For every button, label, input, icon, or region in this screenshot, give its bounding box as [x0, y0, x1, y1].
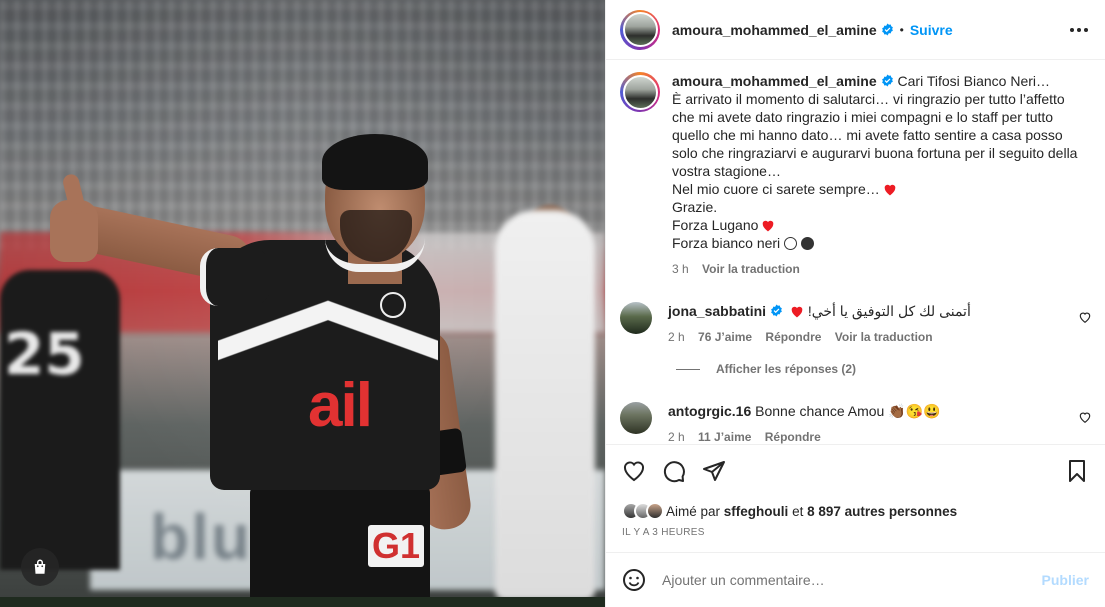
- verified-icon: [881, 23, 893, 36]
- caption-line: È arrivato il momento di salutarci… vi r…: [672, 91, 1078, 179]
- action-icons-group: [622, 459, 726, 483]
- background-player-right: [495, 210, 595, 600]
- caption-meta: 3 h Voir la traduction: [672, 262, 1090, 276]
- author-avatar-image: [622, 12, 658, 47]
- author-avatar[interactable]: [620, 9, 660, 50]
- red-heart-icon: [884, 184, 896, 196]
- replies-divider-line: [676, 368, 700, 370]
- black-circle-icon: [801, 237, 815, 250]
- caption-author-avatar[interactable]: [620, 72, 660, 112]
- view-replies-button[interactable]: Afficher les réponses (2): [676, 362, 856, 376]
- comment-heart-icon[interactable]: [1078, 310, 1092, 324]
- comment-time: 2 h: [668, 430, 685, 444]
- comment-text-column: antogrgic.16 Bonne chance Amou 👏🏾😘😃 2 h …: [668, 402, 1058, 444]
- instagram-post-modal: blu 25 G1 ail amoura_mohammed_el_amine •…: [0, 0, 1105, 607]
- red-heart-icon: [763, 220, 774, 232]
- player-hair: [322, 134, 428, 190]
- post-timestamp: IL Y A 3 HEURES: [622, 527, 705, 538]
- bookmark-icon[interactable]: [1065, 459, 1089, 483]
- caption-line-circles: Forza bianco neri: [672, 234, 1090, 252]
- red-heart-icon: [791, 306, 803, 318]
- commenter-avatar[interactable]: [620, 402, 652, 434]
- clapping-hands-emoji: 👏🏾: [888, 403, 906, 419]
- comment-text-column: jona_sabbatini أتمنى لك كل التوفيق يا أخ…: [668, 302, 1058, 344]
- likes-summary[interactable]: Aimé par sffeghouli et 8 897 autres pers…: [622, 502, 957, 520]
- caption-translate-link[interactable]: Voir la traduction: [702, 262, 800, 276]
- post-caption: amoura_mohammed_el_amine Cari Tifosi Bia…: [620, 72, 1090, 276]
- post-actions: Aimé par sffeghouli et 8 897 autres pers…: [606, 444, 1105, 552]
- view-replies-label: Afficher les réponses (2): [716, 362, 857, 376]
- comment-likes-count[interactable]: 76 J’aime: [698, 330, 752, 344]
- add-comment-bar: Publier: [606, 552, 1105, 607]
- post-side-panel: amoura_mohammed_el_amine • Suivre amoura…: [605, 0, 1105, 607]
- likes-connector: et: [792, 503, 804, 519]
- jersey-left-sleeve: [200, 248, 270, 306]
- caption-body: amoura_mohammed_el_amine Cari Tifosi Bia…: [672, 72, 1090, 252]
- commenter-avatar[interactable]: [620, 302, 652, 334]
- verified-icon: [771, 304, 782, 317]
- commenter-username[interactable]: antogrgic.16: [668, 403, 751, 419]
- likes-prefix: Aimé par: [666, 503, 721, 519]
- comments-scroll-area[interactable]: amoura_mohammed_el_amine Cari Tifosi Bia…: [606, 60, 1105, 444]
- caption-line: Forza Lugano: [672, 217, 759, 233]
- comment-input[interactable]: [662, 572, 1042, 588]
- comment-body: jona_sabbatini أتمنى لك كل التوفيق يا أخ…: [668, 302, 1058, 320]
- white-circle-icon: [784, 237, 798, 250]
- post-photo[interactable]: blu 25 G1 ail: [0, 0, 605, 607]
- comment-icon[interactable]: [662, 459, 686, 483]
- comment-body: antogrgic.16 Bonne chance Amou 👏🏾😘😃: [668, 402, 1058, 420]
- comment-meta: 2 h 76 J’aime Répondre Voir la traductio…: [668, 330, 1058, 344]
- comment-reply-link[interactable]: Répondre: [765, 430, 821, 444]
- verified-icon: [881, 74, 893, 87]
- publish-button[interactable]: Publier: [1042, 572, 1089, 588]
- caption-time: 3 h: [672, 262, 689, 276]
- player-shorts-number: G1: [368, 525, 425, 567]
- comment-reply-link[interactable]: Répondre: [765, 330, 821, 344]
- comment-item: antogrgic.16 Bonne chance Amou 👏🏾😘😃 2 h …: [620, 402, 1100, 444]
- caption-line: Cari Tifosi Bianco Neri…: [897, 73, 1051, 89]
- main-player-figure: G1 ail: [50, 130, 500, 607]
- shopping-bag-button[interactable]: [21, 548, 59, 586]
- post-header: amoura_mohammed_el_amine • Suivre: [606, 0, 1105, 60]
- share-icon[interactable]: [702, 459, 726, 483]
- jersey-sponsor: ail: [308, 371, 373, 440]
- caption-line-heart: Nel mio cuore ci sarete sempre…: [672, 180, 1090, 198]
- liker-avatar: [646, 502, 664, 520]
- comment-translate-link[interactable]: Voir la traduction: [835, 330, 933, 344]
- author-username[interactable]: amoura_mohammed_el_amine: [672, 22, 877, 38]
- comment-time: 2 h: [668, 330, 685, 344]
- comment-text: Bonne chance Amou: [755, 403, 885, 419]
- likes-user[interactable]: sffeghouli: [724, 504, 789, 519]
- liker-avatars: [622, 502, 664, 520]
- caption-text-column: amoura_mohammed_el_amine Cari Tifosi Bia…: [672, 72, 1090, 276]
- caption-line: Forza bianco neri: [672, 235, 781, 251]
- comment-heart-icon[interactable]: [1078, 410, 1092, 424]
- caption-line-first: amoura_mohammed_el_amine Cari Tifosi Bia…: [672, 72, 1090, 90]
- caption-line: Nel mio cuore ci sarete sempre…: [672, 181, 880, 197]
- jersey-crest: [380, 292, 406, 318]
- likes-count[interactable]: 8 897 autres personnes: [807, 504, 957, 519]
- more-options-button[interactable]: [1067, 18, 1091, 42]
- caption-username[interactable]: amoura_mohammed_el_amine: [672, 73, 877, 89]
- comment-text: أتمنى لك كل التوفيق يا أخي!: [807, 303, 971, 319]
- caption-line-heart: Forza Lugano: [672, 216, 1090, 234]
- follow-button[interactable]: Suivre: [910, 22, 953, 38]
- smiley-emoji: 😃: [923, 403, 941, 419]
- wink-kiss-emoji: 😘: [905, 403, 924, 419]
- emoji-icon[interactable]: [622, 568, 646, 592]
- photo-bottom-strip: [0, 597, 605, 607]
- shopping-bag-icon: [34, 559, 46, 574]
- caption-author-avatar-image: [622, 74, 658, 110]
- comment-meta: 2 h 11 J’aime Répondre: [668, 430, 1058, 444]
- more-icon: [1070, 28, 1088, 32]
- commenter-username[interactable]: jona_sabbatini: [668, 303, 766, 319]
- comment-item: jona_sabbatini أتمنى لك كل التوفيق يا أخ…: [620, 302, 1100, 344]
- comment-likes-count[interactable]: 11 J’aime: [698, 430, 751, 444]
- header-separator: •: [899, 22, 904, 37]
- heart-icon[interactable]: [622, 459, 646, 483]
- caption-line: Grazie.: [672, 199, 718, 215]
